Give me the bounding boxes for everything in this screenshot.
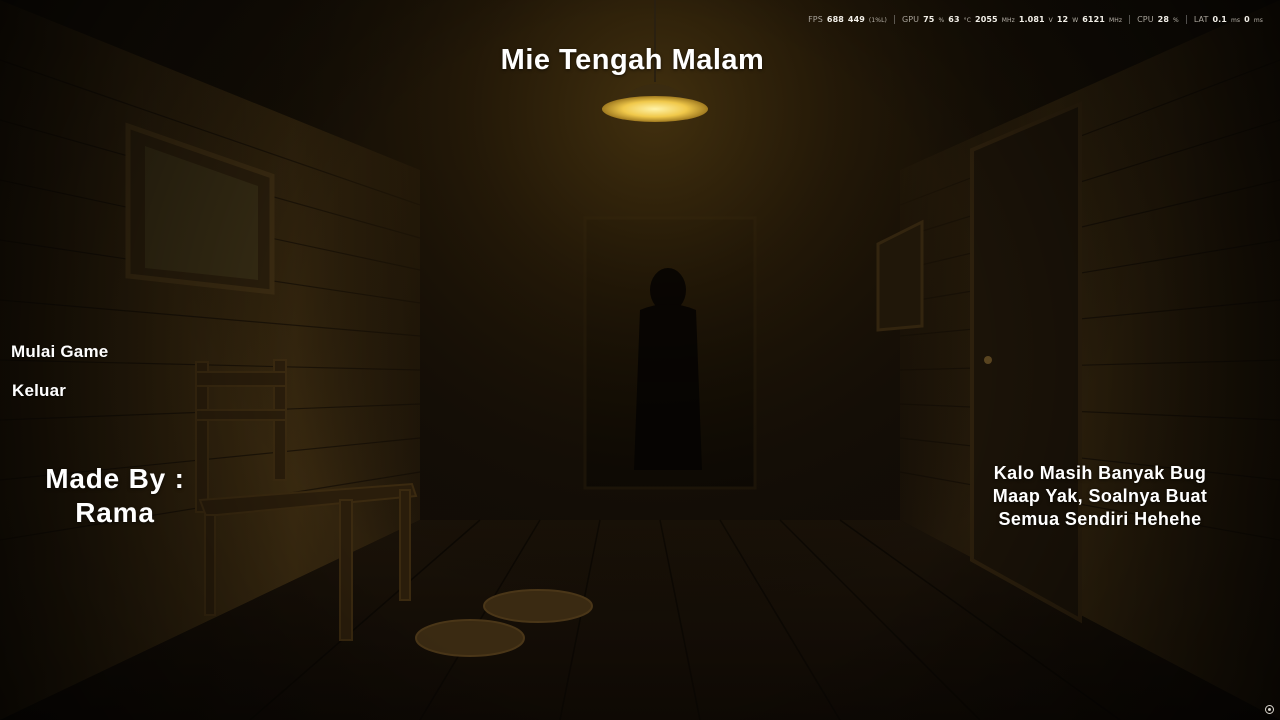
lat-value-2: 0: [1244, 14, 1250, 24]
developer-note: Kalo Masih Banyak Bug Maap Yak, Soalnya …: [960, 462, 1240, 531]
cpu-unit: %: [1173, 16, 1179, 24]
exit-button[interactable]: Keluar: [12, 381, 66, 401]
gpu-temp-value: 63: [948, 14, 960, 24]
cpu-label: CPU: [1137, 14, 1154, 24]
fps-value: 688: [826, 14, 844, 24]
note-line-3: Semua Sendiri Hehehe: [998, 509, 1202, 529]
latency-stats: LAT 0.1 ms 0 ms: [1185, 14, 1270, 24]
credits: Made By : Rama: [20, 462, 210, 530]
performance-overlay: FPS 688 449 (1%L) GPU 75% 63 °C 2055 MHz 1…: [801, 12, 1270, 26]
fps-low-value: 449: [847, 14, 865, 24]
gpu-clock-unit: MHz: [1001, 16, 1015, 24]
gpu-mem-unit: MHz: [1108, 16, 1123, 24]
lat-unit-1: ms: [1230, 16, 1241, 24]
fps-label: FPS: [808, 14, 823, 24]
gpu-volt-value: 1.081: [1018, 14, 1045, 24]
hallway-background: [0, 0, 1280, 720]
target-icon: [1265, 705, 1274, 714]
note-line-1: Kalo Masih Banyak Bug: [993, 463, 1207, 483]
gpu-power-value: 12: [1056, 14, 1069, 24]
gpu-power-unit: W: [1072, 16, 1079, 24]
gpu-stats: GPU 75% 63 °C 2055 MHz 1.081 V 12 W 6121 MHz: [893, 14, 1129, 24]
gpu-volt-unit: V: [1048, 16, 1053, 24]
fps-low-unit: (1%L): [868, 16, 887, 24]
game-title: Mie Tengah Malam: [500, 44, 765, 76]
fps-stats: FPS 688 449 (1%L): [801, 15, 894, 24]
gpu-label: GPU: [901, 14, 920, 24]
credits-label: Made By :: [45, 463, 185, 494]
lat-label: LAT: [1193, 14, 1209, 24]
lat-unit-2: ms: [1253, 16, 1263, 24]
game-menu-screen: FPS 688 449 (1%L) GPU 75% 63 °C 2055 MHz 1…: [0, 0, 1280, 720]
credits-author: Rama: [75, 497, 155, 528]
gpu-temp-unit: °C: [963, 16, 972, 24]
lat-value-1: 0.1: [1212, 14, 1227, 24]
gpu-load-unit: %: [938, 16, 945, 24]
gpu-clock-value: 2055: [975, 14, 998, 24]
gpu-load-value: 75: [923, 14, 935, 24]
cpu-value: 28: [1157, 14, 1169, 24]
note-line-2: Maap Yak, Soalnya Buat: [992, 486, 1208, 506]
gpu-mem-value: 6121: [1082, 14, 1105, 24]
cpu-stats: CPU 28%: [1129, 14, 1186, 24]
start-game-button[interactable]: Mulai Game: [11, 342, 108, 362]
